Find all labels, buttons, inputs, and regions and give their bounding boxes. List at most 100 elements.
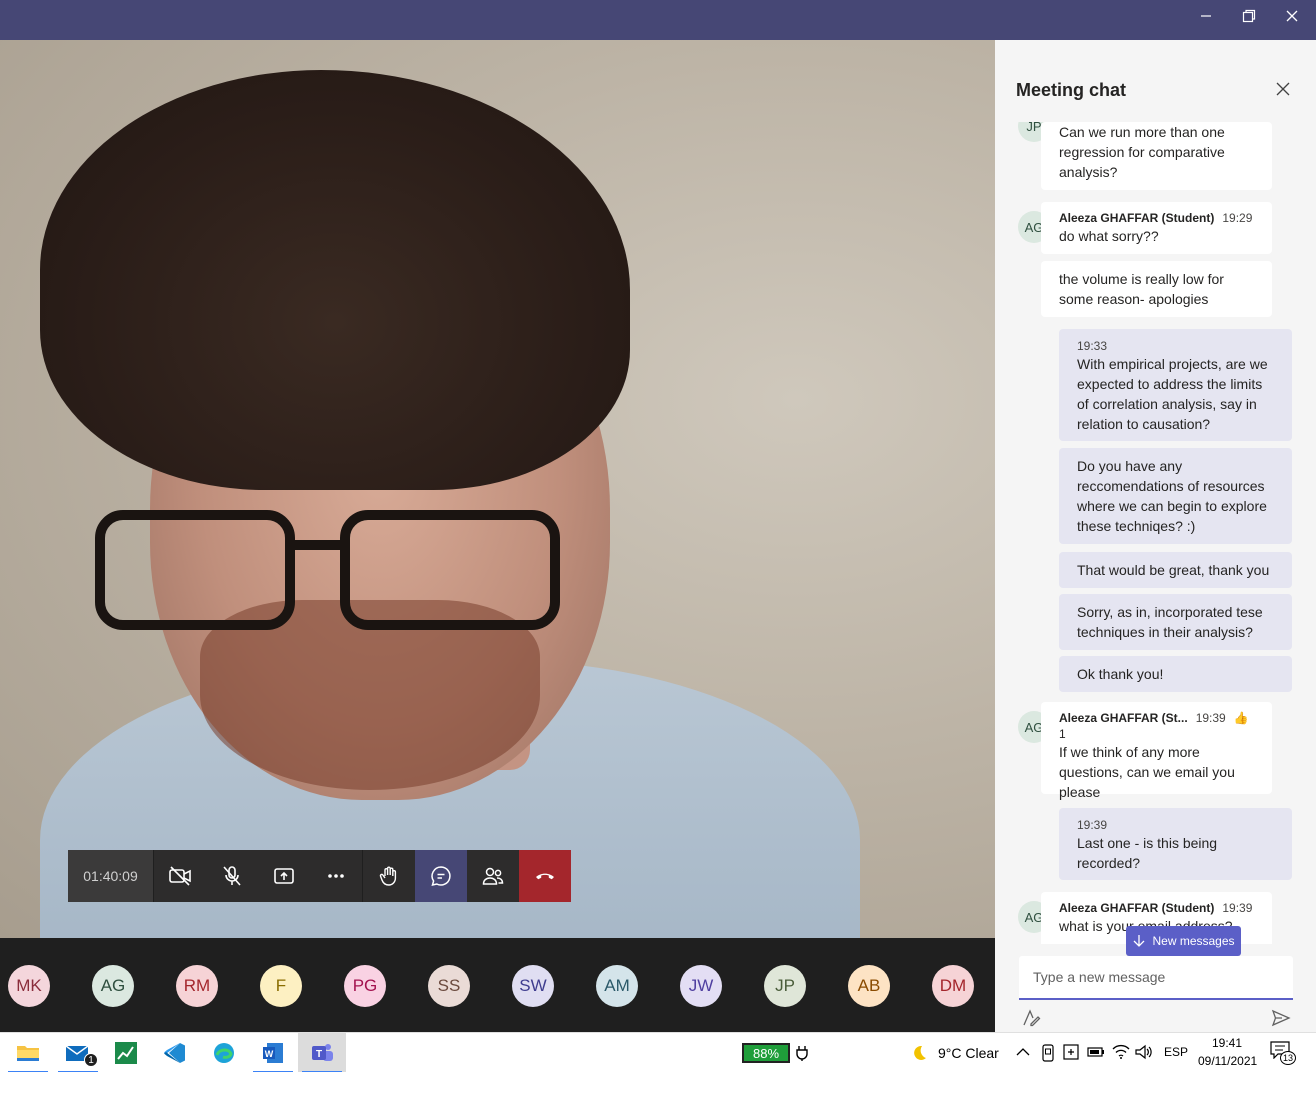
send-icon[interactable] [1271,1008,1291,1028]
video-glasses-right [340,510,560,630]
share-screen-button[interactable] [258,850,310,902]
my-chat-message: Ok thank you! [1059,656,1292,692]
message-text: Can we run more than one regression for … [1059,124,1225,180]
minimize-button[interactable] [1184,0,1228,32]
chevron-up-icon[interactable] [1016,1047,1030,1057]
mail-taskbar-button[interactable]: 1 [54,1033,102,1073]
svg-text:W: W [265,1049,274,1059]
message-text: the volume is really low for some reason… [1059,271,1224,307]
volume-icon[interactable] [1135,1044,1153,1060]
my-chat-message: Sorry, as in, incorporated tese techniqu… [1059,594,1292,650]
vscode-taskbar-button[interactable] [151,1033,199,1073]
message-text: Do you have any reccomendations of resou… [1077,458,1267,534]
chat-message: Aleeza GHAFFAR (Student) 19:29 do what so… [1041,202,1272,254]
restore-icon [1242,9,1256,23]
new-messages-button[interactable]: New messages [1126,926,1241,956]
participant-avatar[interactable]: JP [764,965,806,1007]
clock-time[interactable]: 19:41 [1212,1036,1242,1050]
leave-call-button[interactable] [519,850,571,902]
compose-box [1019,956,1293,1000]
raise-hand-button[interactable] [363,850,415,902]
my-chat-message: 19:39 Last one - is this being recorded? [1059,808,1292,880]
participant-avatar[interactable]: DM [932,965,974,1007]
participant-avatar[interactable]: AB [848,965,890,1007]
device-icon[interactable] [1040,1044,1056,1062]
edge-taskbar-button[interactable] [200,1033,248,1073]
arrow-down-icon [1134,935,1145,947]
mic-toggle-button[interactable] [206,850,258,902]
video-glasses-left [95,510,295,630]
call-controls: 01:40:09 [68,850,571,902]
svg-text:T: T [316,1049,322,1060]
security-shield-icon[interactable] [1062,1043,1080,1061]
stock-chart-icon [115,1042,137,1064]
camera-off-icon [169,866,191,886]
windows-taskbar: 1 W T 88% 9°C Clear ESP 19:41 09/11/2021… [0,1032,1316,1073]
participant-avatar[interactable]: MK [8,965,50,1007]
file-explorer-taskbar-button[interactable] [4,1033,52,1073]
people-icon [482,867,504,885]
action-center-button[interactable]: 13 [1270,1041,1300,1067]
chat-message: Aleeza GHAFFAR (St... 19:39 👍 1 If we thin… [1041,702,1272,800]
weather-text[interactable]: 9°C Clear [938,1045,999,1061]
participant-avatar[interactable]: AG [92,965,134,1007]
show-conversation-button[interactable] [415,850,467,902]
word-taskbar-button[interactable]: W [249,1033,297,1073]
message-text: If we think of any more questions, can w… [1059,744,1235,800]
clock-date[interactable]: 09/11/2021 [1198,1054,1257,1068]
battery-indicator[interactable]: 88% [742,1043,790,1063]
my-chat-message: Do you have any reccomendations of resou… [1059,448,1292,544]
message-time: 19:33 [1077,339,1108,353]
chat-message: Can we run more than one regression for … [1041,122,1272,190]
message-text: With empirical projects, are we expected… [1077,356,1268,432]
message-text: Sorry, as in, incorporated tese techniqu… [1077,604,1263,640]
chat-message-list: JP Can we run more than one regression f… [995,122,1316,944]
hang-up-icon [536,873,554,880]
restore-button[interactable] [1227,0,1271,32]
participant-avatar[interactable]: SS [428,965,470,1007]
word-icon: W [263,1043,283,1063]
message-text: That would be great, thank you [1077,562,1270,578]
finance-app-taskbar-button[interactable] [102,1033,150,1073]
chat-message: the volume is really low for some reason… [1041,261,1272,317]
teams-taskbar-button[interactable]: T [298,1033,346,1073]
message-time: 19:29 [1222,211,1253,225]
camera-toggle-button[interactable] [154,850,206,902]
meeting-chat-panel: Meeting chat JP Can we run more than one… [995,40,1316,1032]
moon-weather-icon [914,1045,926,1060]
message-text: do what sorry?? [1059,228,1159,244]
my-chat-message: That would be great, thank you [1059,552,1292,588]
ellipsis-icon [328,874,344,878]
participant-avatar[interactable]: JW [680,965,722,1007]
format-icon[interactable] [1021,1008,1041,1028]
mail-badge: 1 [84,1053,98,1067]
video-person-hair [40,70,630,490]
screen-bottom-margin [0,1072,1316,1096]
show-participants-button[interactable] [467,850,519,902]
wifi-icon[interactable] [1112,1044,1130,1060]
battery-tray-icon[interactable] [1087,1044,1105,1060]
video-feed [0,40,995,938]
language-indicator[interactable]: ESP [1164,1045,1188,1059]
message-time: 19:39 [1077,818,1108,832]
message-sender: Aleeza GHAFFAR (Student) [1059,901,1215,915]
participant-avatar[interactable]: F [260,965,302,1007]
vscode-icon [164,1043,185,1063]
participant-avatar[interactable]: PG [344,965,386,1007]
participant-avatar[interactable]: AM [596,965,638,1007]
message-sender: Aleeza GHAFFAR (St... [1059,711,1188,725]
share-tray-icon [274,868,294,884]
chat-title: Meeting chat [1016,80,1127,100]
more-actions-button[interactable] [310,850,362,902]
folder-icon [17,1046,39,1061]
edge-browser-icon [214,1043,234,1063]
close-chat-icon[interactable] [1276,82,1290,96]
plug-icon [796,1046,808,1061]
participant-avatar[interactable]: SW [512,965,554,1007]
close-window-button[interactable] [1270,0,1314,32]
chat-bubble-icon [431,866,451,887]
participant-avatar[interactable]: RM [176,965,218,1007]
message-input[interactable] [1019,956,1293,998]
message-text: Ok thank you! [1077,666,1164,682]
video-glasses-bridge [293,540,343,550]
